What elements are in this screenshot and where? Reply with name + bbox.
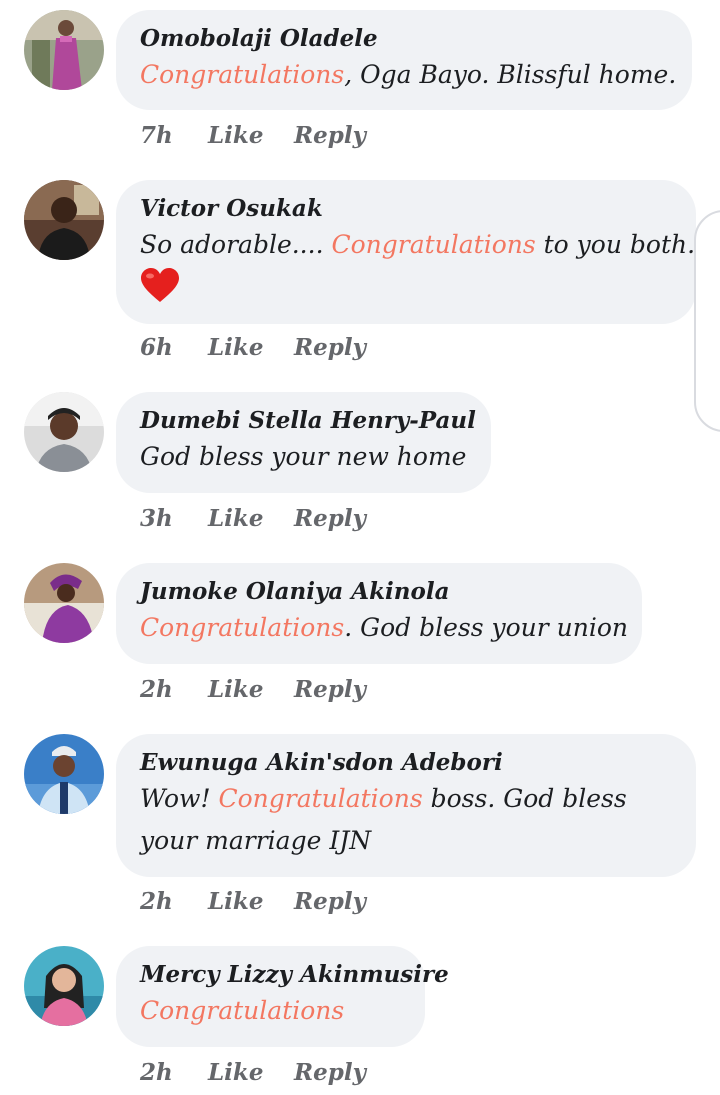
comment-time[interactable]: 7h	[140, 122, 208, 149]
reply-button[interactable]: Reply	[294, 122, 366, 149]
comment-actions: 2h Like Reply	[140, 1059, 366, 1086]
comment-actions: 6h Like Reply	[140, 334, 366, 361]
comment-time[interactable]: 2h	[140, 676, 208, 703]
comment-bubble: Dumebi Stella Henry-Paul God bless your …	[116, 392, 491, 493]
reply-button[interactable]: Reply	[294, 334, 366, 361]
comment-bubble: Victor Osukak So adorable.... Congratula…	[116, 180, 696, 324]
highlighted-word[interactable]: Congratulations	[140, 996, 344, 1025]
comment-bubble: Jumoke Olaniya Akinola Congratulations. …	[116, 563, 642, 664]
reply-button[interactable]: Reply	[294, 676, 366, 703]
comment-actions: 2h Like Reply	[140, 676, 366, 703]
highlighted-word[interactable]: Congratulations	[140, 613, 344, 642]
comment-author[interactable]: Mercy Lizzy Akinmusire	[140, 960, 449, 990]
comment-actions: 7h Like Reply	[140, 122, 366, 149]
avatar[interactable]	[24, 10, 104, 90]
like-button[interactable]: Like	[208, 505, 294, 532]
comment-author[interactable]: Jumoke Olaniya Akinola	[140, 577, 618, 607]
comment-text: Congratulations, Oga Bayo. Blissful home…	[140, 60, 677, 89]
comment-text-line: your marriage IJN	[140, 826, 372, 855]
comment-actions: 2h Like Reply	[140, 888, 366, 915]
like-button[interactable]: Like	[208, 1059, 294, 1086]
comment-actions: 3h Like Reply	[140, 505, 366, 532]
comment-author[interactable]: Omobolaji Oladele	[140, 24, 668, 54]
reply-button[interactable]: Reply	[294, 505, 366, 532]
comment-text: God bless your new home	[140, 442, 467, 471]
red-heart-icon	[141, 268, 179, 302]
like-button[interactable]: Like	[208, 676, 294, 703]
highlighted-word[interactable]: Congratulations	[218, 784, 422, 813]
like-button[interactable]: Like	[208, 888, 294, 915]
avatar[interactable]	[24, 734, 104, 814]
comment-author[interactable]: Dumebi Stella Henry-Paul	[140, 406, 476, 436]
avatar[interactable]	[24, 563, 104, 643]
comment-text: Wow! Congratulations boss. God bless	[140, 784, 627, 813]
comment-text: Congratulations. God bless your union	[140, 613, 629, 642]
avatar[interactable]	[24, 180, 104, 260]
like-button[interactable]: Like	[208, 122, 294, 149]
comment-bubble: Omobolaji Oladele Congratulations, Oga B…	[116, 10, 692, 110]
comment-time[interactable]: 2h	[140, 1059, 208, 1086]
comment-time[interactable]: 3h	[140, 505, 208, 532]
comment-bubble: Ewunuga Akin'sdon Adebori Wow! Congratul…	[116, 734, 696, 877]
comment-text: So adorable.... Congratulations to you b…	[140, 230, 696, 259]
avatar[interactable]	[24, 946, 104, 1026]
comment-text: Congratulations	[140, 990, 401, 1032]
reply-button[interactable]: Reply	[294, 1059, 366, 1086]
comment-bubble: Mercy Lizzy Akinmusire Congratulations	[116, 946, 449, 1047]
like-button[interactable]: Like	[208, 334, 294, 361]
comment-author[interactable]: Victor Osukak	[140, 194, 672, 224]
comment-time[interactable]: 2h	[140, 888, 208, 915]
highlighted-word[interactable]: Congratulations	[331, 230, 535, 259]
comment-time[interactable]: 6h	[140, 334, 208, 361]
highlighted-word[interactable]: Congratulations	[140, 60, 344, 89]
side-panel-tab[interactable]	[694, 210, 720, 432]
comment-author[interactable]: Ewunuga Akin'sdon Adebori	[140, 748, 672, 778]
avatar[interactable]	[24, 392, 104, 472]
reply-button[interactable]: Reply	[294, 888, 366, 915]
